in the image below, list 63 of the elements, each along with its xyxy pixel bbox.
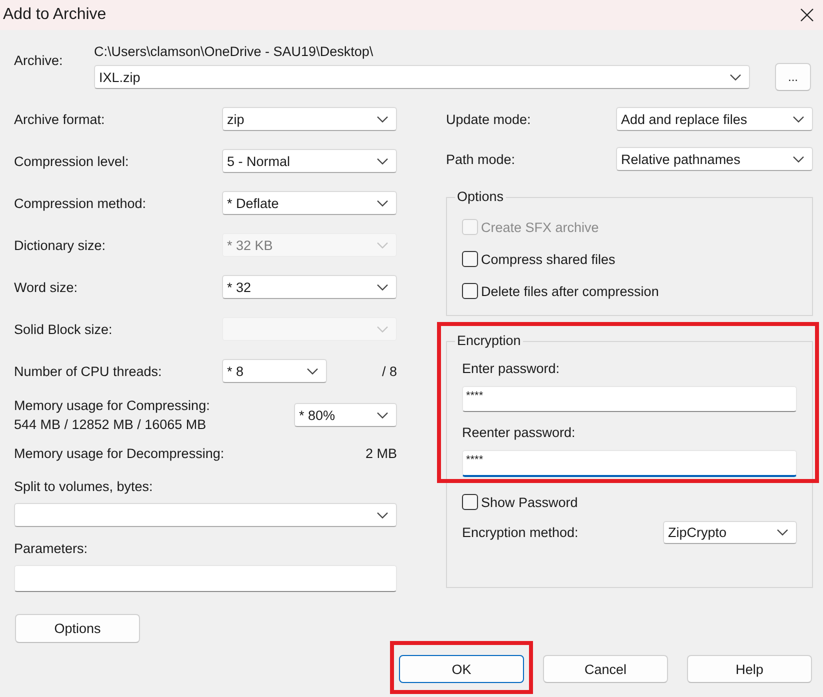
checkbox[interactable] — [462, 494, 478, 510]
chevron-icon — [793, 156, 804, 162]
dropdown[interactable]: Relative pathnames — [616, 147, 813, 171]
count-text: / 8 — [382, 364, 397, 378]
field-label: Parameters: — [14, 540, 89, 558]
field-label: Memory usage for Compressing: — [14, 397, 210, 415]
dropdown[interactable]: 5 - Normal — [222, 149, 397, 173]
checkbox-label: Delete files after compression — [481, 284, 659, 298]
field-label: Number of CPU threads: — [14, 364, 163, 378]
field-label: Update mode: — [446, 112, 532, 126]
checkbox-label: Compress shared files — [481, 252, 616, 266]
field-label: Reenter password: — [462, 424, 576, 442]
memory-text: 2 MB — [365, 446, 397, 460]
field-label: Enter password: — [462, 360, 561, 378]
field-label: Archive format: — [14, 112, 106, 126]
field-label: Path mode: — [446, 152, 516, 166]
chevron-icon — [377, 158, 388, 164]
field-label: Encryption method: — [462, 524, 580, 540]
field-label: Compression level: — [14, 154, 130, 168]
input-field[interactable] — [14, 565, 397, 592]
chevron-icon — [377, 284, 388, 290]
dropdown[interactable]: * 80% — [294, 403, 397, 427]
chevron-icon — [777, 528, 788, 536]
field-label: Compression method: — [14, 196, 148, 210]
group-title: Encryption — [456, 332, 522, 350]
checkbox-label: Create SFX archive — [481, 220, 599, 234]
chevron-icon — [377, 326, 388, 332]
chevron-icon — [377, 242, 388, 248]
chevron-icon — [377, 116, 388, 122]
checkbox[interactable] — [462, 251, 478, 267]
chevron-icon — [377, 512, 388, 518]
password-field[interactable]: **** — [462, 450, 797, 477]
dialog-button[interactable]: Cancel — [543, 655, 668, 683]
field-label: Split to volumes, bytes: — [14, 478, 154, 496]
window-title: Add to Archive — [3, 6, 106, 24]
dropdown[interactable]: zip — [222, 107, 397, 131]
group-title: Options — [456, 188, 505, 206]
checkbox[interactable] — [462, 283, 478, 299]
password-field[interactable]: **** — [462, 386, 797, 412]
dropdown[interactable]: * 32 — [222, 275, 397, 299]
options-button[interactable]: Options — [15, 614, 140, 643]
chevron-icon — [377, 412, 388, 418]
field-label: Dictionary size: — [14, 238, 107, 252]
chevron-icon — [377, 200, 388, 206]
memory-text: 544 MB / 12852 MB / 16065 MB — [14, 416, 208, 434]
browse-button[interactable]: ... — [775, 63, 811, 91]
chevron-icon — [730, 74, 741, 80]
field-label: Archive: — [14, 52, 64, 70]
checkbox-label: Show Password — [481, 494, 578, 510]
chevron-icon — [793, 116, 804, 122]
dialog-button[interactable]: OK — [399, 655, 524, 683]
dropdown[interactable]: * Deflate — [222, 191, 397, 215]
close-icon — [800, 8, 814, 22]
field-label: Solid Block size: — [14, 322, 114, 336]
dropdown[interactable]: ZipCrypto — [663, 520, 797, 544]
dropdown[interactable]: * 8 — [222, 359, 327, 383]
field-label: Word size: — [14, 280, 79, 294]
folder-path: C:\Users\clamson\OneDrive - SAU19\Desktop\ — [94, 43, 374, 61]
dialog-button[interactable]: Help — [687, 655, 812, 683]
dropdown[interactable]: IXL.zip — [94, 65, 750, 89]
dropdown[interactable]: Add and replace files — [616, 107, 813, 131]
chevron-icon — [307, 368, 318, 374]
field-label: Memory usage for Decompressing: — [14, 446, 224, 460]
